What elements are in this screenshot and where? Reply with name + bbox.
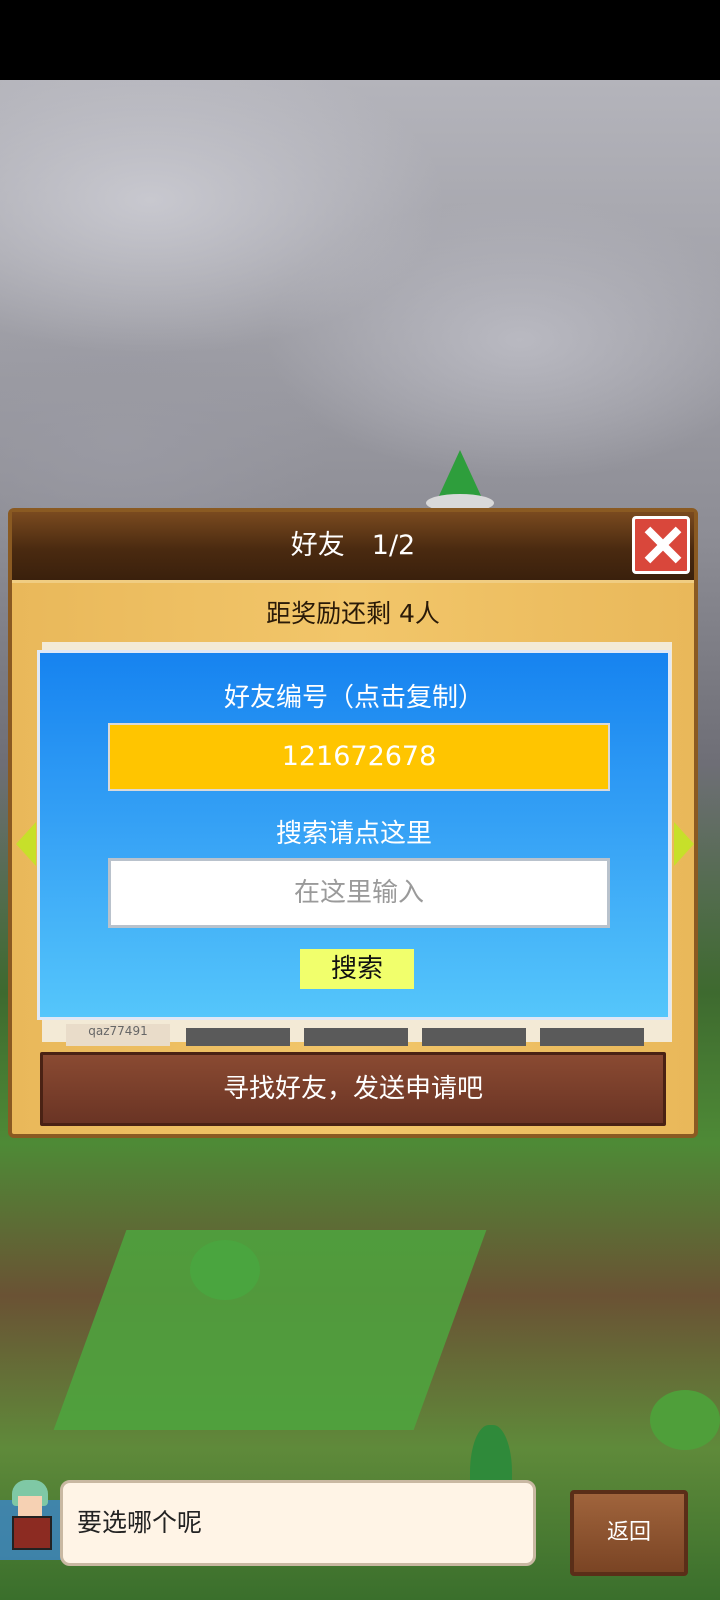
arrow-right-icon[interactable]: [674, 822, 694, 866]
grass-field: [53, 1230, 487, 1430]
friend-slot[interactable]: [304, 1028, 408, 1046]
friend-id-copy-field[interactable]: 121672678: [108, 723, 610, 791]
friend-slot-label[interactable]: qaz77491: [66, 1024, 170, 1046]
arrow-left-icon[interactable]: [16, 822, 36, 866]
search-hint-label: 搜索请点这里: [275, 819, 432, 849]
friend-id-label: 好友编号（点击复制）: [223, 683, 484, 713]
status-bar: [0, 0, 720, 80]
reward-progress-text: 距奖励还剩 4人: [266, 599, 440, 628]
friend-slot[interactable]: [422, 1028, 526, 1046]
friend-search-input[interactable]: [108, 858, 610, 928]
friend-search-popup: 好友编号（点击复制） 121672678 搜索请点这里 搜索: [37, 650, 671, 1020]
friend-slot[interactable]: [186, 1028, 290, 1046]
back-button[interactable]: 返回: [570, 1490, 688, 1576]
speech-bubble: 要选哪个呢: [60, 1480, 536, 1566]
tree: [190, 1240, 260, 1300]
search-button[interactable]: 搜索: [300, 949, 414, 989]
tree: [650, 1390, 720, 1450]
close-icon[interactable]: [632, 516, 690, 574]
send-request-button[interactable]: 寻找好友，发送申请吧: [40, 1052, 666, 1126]
character-avatar: [4, 1480, 54, 1554]
friend-slot[interactable]: [540, 1028, 644, 1046]
dialog-title: 好友 1/2: [290, 530, 416, 561]
